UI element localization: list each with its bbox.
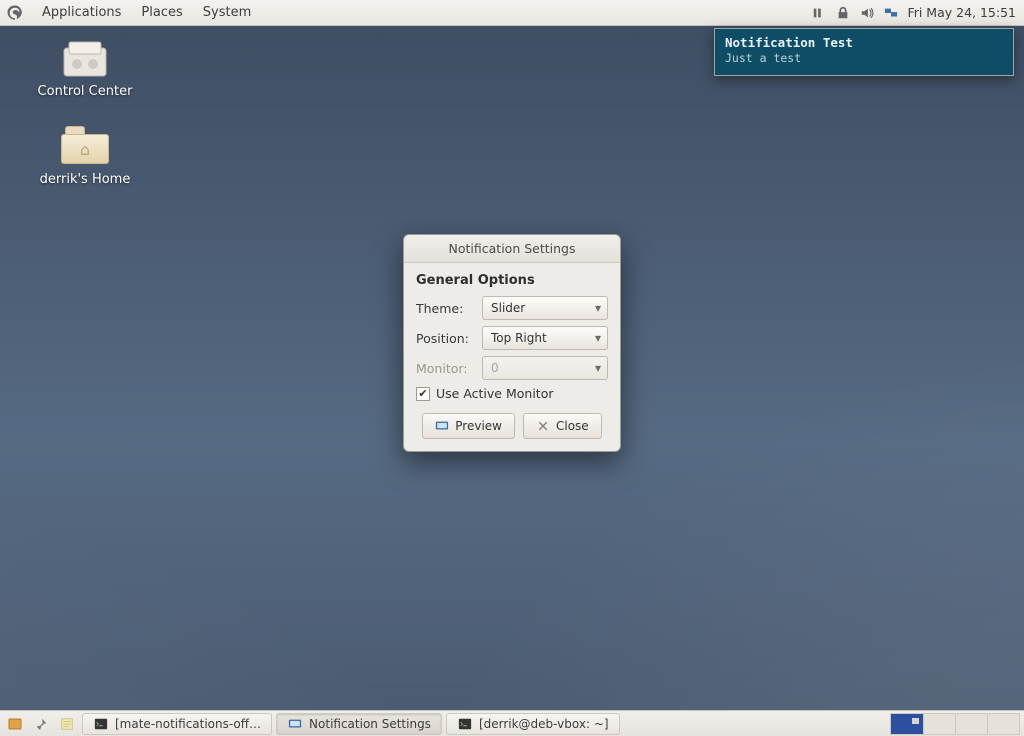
menu-applications[interactable]: Applications (32, 0, 131, 26)
monitor-combo: 0 ▾ (482, 356, 608, 380)
clock[interactable]: Fri May 24, 15:51 (907, 5, 1016, 20)
task-label: Notification Settings (309, 717, 431, 731)
use-active-monitor-checkbox[interactable]: ✔ Use Active Monitor (416, 386, 608, 401)
terminal-icon (457, 716, 473, 732)
chevron-down-icon: ▾ (595, 301, 601, 315)
workspace-switcher[interactable] (890, 713, 1020, 735)
notification-body: Just a test (725, 51, 1003, 65)
monitor-label: Monitor: (416, 361, 474, 376)
position-value: Top Right (491, 331, 547, 345)
task-notification-settings[interactable]: Notification Settings (276, 713, 442, 735)
menu-system[interactable]: System (193, 0, 261, 26)
control-center-icon (61, 38, 109, 80)
button-label: Close (556, 419, 589, 433)
notification-title: Notification Test (725, 35, 1003, 50)
terminal-icon (93, 716, 109, 732)
preview-button[interactable]: Preview (422, 413, 515, 439)
theme-label: Theme: (416, 301, 474, 316)
workspace-4[interactable] (987, 714, 1019, 734)
position-label: Position: (416, 331, 474, 346)
network-icon[interactable] (883, 5, 899, 21)
distro-logo-icon[interactable] (4, 2, 26, 24)
workspace-2[interactable] (923, 714, 955, 734)
window-titlebar[interactable]: Notification Settings (404, 235, 620, 263)
workspace-3[interactable] (955, 714, 987, 734)
menu-places[interactable]: Places (131, 0, 192, 26)
desktop-icon-label: derrik's Home (30, 172, 140, 187)
window-title: Notification Settings (449, 241, 576, 256)
theme-combo[interactable]: Slider ▾ (482, 296, 608, 320)
top-panel: Applications Places System Fri May 24, 1… (0, 0, 1024, 26)
pin-icon[interactable] (30, 713, 52, 735)
task-terminal[interactable]: [derrik@deb-vbox: ~] (446, 713, 620, 735)
system-tray: Fri May 24, 15:51 (811, 5, 1024, 21)
task-label: [derrik@deb-vbox: ~] (479, 717, 609, 731)
notification-settings-window: Notification Settings General Options Th… (403, 234, 621, 452)
desktop-icon-home[interactable]: ⌂ derrik's Home (30, 126, 140, 187)
desktop-icon-label: Control Center (30, 84, 140, 99)
keyboard-indicator-icon[interactable] (811, 5, 827, 21)
bottom-panel: [mate-notifications-off… Notification Se… (0, 710, 1024, 736)
task-mate-notifications[interactable]: [mate-notifications-off… (82, 713, 272, 735)
position-combo[interactable]: Top Right ▾ (482, 326, 608, 350)
workspace-1[interactable] (891, 714, 923, 734)
desktop-icon-control-center[interactable]: Control Center (30, 38, 140, 99)
task-label: [mate-notifications-off… (115, 717, 261, 731)
chevron-down-icon: ▾ (595, 331, 601, 345)
theme-value: Slider (491, 301, 525, 315)
button-label: Preview (455, 419, 502, 433)
show-desktop-icon[interactable] (4, 713, 26, 735)
home-folder-icon: ⌂ (61, 126, 109, 168)
volume-icon[interactable] (859, 5, 875, 21)
display-icon (287, 716, 303, 732)
notification-popup[interactable]: Notification Test Just a test (714, 28, 1014, 76)
lock-icon[interactable] (835, 5, 851, 21)
note-icon[interactable] (56, 713, 78, 735)
checkbox-label: Use Active Monitor (436, 386, 553, 401)
checkbox-checked-icon: ✔ (416, 387, 430, 401)
close-icon (536, 419, 550, 433)
section-heading: General Options (416, 273, 608, 288)
monitor-value: 0 (491, 361, 499, 375)
chevron-down-icon: ▾ (595, 361, 601, 375)
display-icon (435, 419, 449, 433)
close-button[interactable]: Close (523, 413, 602, 439)
